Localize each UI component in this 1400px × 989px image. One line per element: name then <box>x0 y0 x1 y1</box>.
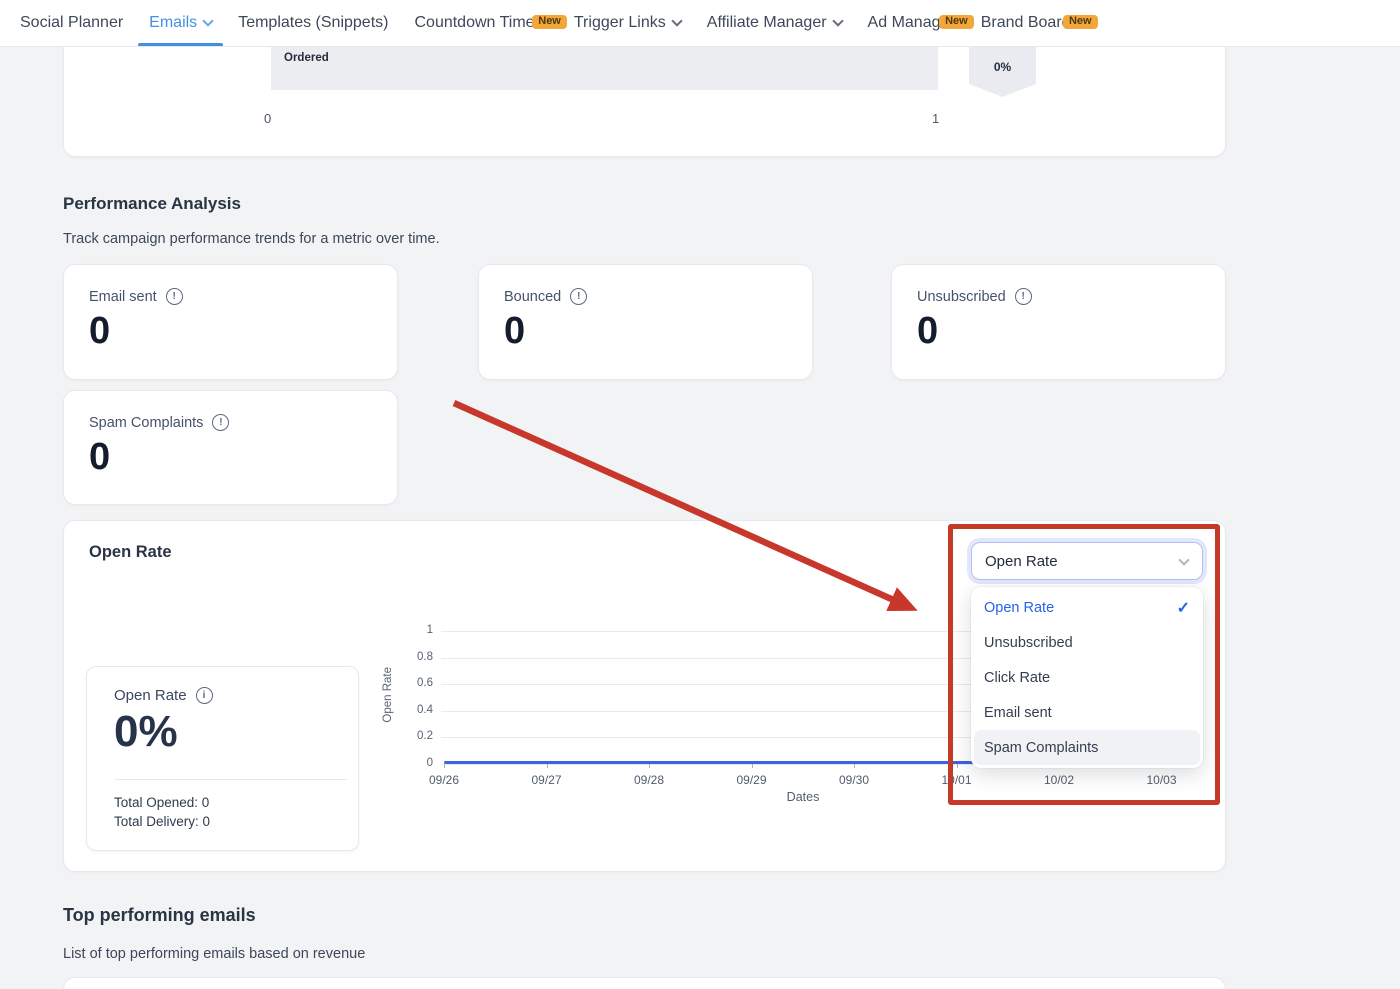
open-rate-stat-card: Open Rate i 0% Total Opened: 0 Total Del… <box>86 666 359 851</box>
chart-ytick-label: 0.6 <box>397 677 433 689</box>
chart-xtick <box>547 764 548 768</box>
chart-ytick-label: 0.2 <box>397 730 433 742</box>
top-emails-title: Top performing emails <box>63 905 256 926</box>
top-emails-subtitle: List of top performing emails based on r… <box>63 946 365 962</box>
chart-xtick <box>649 764 650 768</box>
nav-item-label: Countdown Timers <box>414 14 547 32</box>
info-icon[interactable]: i <box>196 687 213 704</box>
info-icon[interactable]: ! <box>570 288 587 305</box>
stat-label: Open Rate <box>114 687 187 704</box>
chart-x-axis-title: Dates <box>703 790 903 804</box>
stat-value: 0 <box>89 310 397 353</box>
stat-card-spam-complaints: Spam Complaints ! 0 <box>63 390 398 505</box>
funnel-axis-start: 0 <box>264 111 271 126</box>
nav-item-label: Social Planner <box>20 14 123 32</box>
metric-select-value: Open Rate <box>985 553 1058 570</box>
menu-item-label: Unsubscribed <box>984 635 1073 651</box>
performance-analysis-title: Performance Analysis <box>63 194 241 214</box>
metric-dropdown-menu: Open Rate ✓ Unsubscribed Click Rate Emai… <box>971 587 1203 768</box>
menu-item-open-rate[interactable]: Open Rate ✓ <box>971 590 1203 625</box>
nav-item-trigger-links[interactable]: Trigger Links <box>561 14 694 46</box>
nav-item-templates-snippets[interactable]: Templates (Snippets) <box>225 14 401 46</box>
chart-xtick-label: 10/03 <box>1132 773 1192 787</box>
nav-item-countdown-timers[interactable]: Countdown Timers New <box>401 14 560 46</box>
chart-xtick <box>444 764 445 768</box>
stat-label: Email sent <box>89 289 157 305</box>
menu-item-label: Open Rate <box>984 600 1054 616</box>
chart-xtick-label: 09/27 <box>517 773 577 787</box>
top-emails-card <box>63 977 1226 989</box>
top-nav: Social Planner Emails Templates (Snippet… <box>0 0 1400 47</box>
nav-item-ad-manager[interactable]: Ad Manager New <box>855 14 968 46</box>
chart-y-axis-title: Open Rate <box>382 667 394 723</box>
total-opened: Total Opened: 0 <box>114 795 209 810</box>
metric-select[interactable]: Open Rate <box>971 542 1203 580</box>
nav-item-label: Trigger Links <box>574 14 666 32</box>
nav-item-label: Templates (Snippets) <box>238 14 388 32</box>
menu-item-label: Email sent <box>984 705 1052 721</box>
chart-xtick <box>957 764 958 768</box>
divider <box>115 779 347 780</box>
checkmark-icon: ✓ <box>1177 598 1190 618</box>
stat-value: 0 <box>917 310 1225 353</box>
chart-xtick <box>752 764 753 768</box>
menu-item-label: Click Rate <box>984 670 1050 686</box>
funnel-stage-label: Ordered <box>284 52 329 64</box>
nav-item-brand-boards[interactable]: Brand Boards New <box>968 14 1092 46</box>
funnel-chart-card: Ordered 0% 0 1 <box>63 47 1226 157</box>
nav-item-label: Emails <box>149 14 197 32</box>
stat-label: Unsubscribed <box>917 289 1006 305</box>
chart-xtick-label: 09/30 <box>824 773 884 787</box>
open-rate-card-title: Open Rate <box>89 543 172 562</box>
stat-card-bounced: Bounced ! 0 <box>478 264 813 380</box>
funnel-axis-end: 1 <box>932 111 939 126</box>
nav-item-label: Affiliate Manager <box>707 14 827 32</box>
performance-analysis-subtitle: Track campaign performance trends for a … <box>63 231 440 247</box>
stat-value: 0 <box>89 436 397 479</box>
menu-item-unsubscribed[interactable]: Unsubscribed <box>971 625 1203 660</box>
menu-item-label: Spam Complaints <box>984 740 1098 756</box>
nav-item-affiliate-manager[interactable]: Affiliate Manager <box>694 14 855 46</box>
chart-xtick-label: 10/01 <box>927 773 987 787</box>
chart-xtick-label: 09/28 <box>619 773 679 787</box>
menu-item-spam-complaints[interactable]: Spam Complaints <box>974 730 1200 765</box>
new-badge: New <box>1063 15 1098 29</box>
open-rate-value: 0% <box>114 707 178 757</box>
chevron-down-icon <box>203 15 214 26</box>
info-icon[interactable]: ! <box>166 288 183 305</box>
chart-xtick-label: 09/29 <box>722 773 782 787</box>
chart-ytick-label: 0.8 <box>397 651 433 663</box>
chart-xtick-label: 09/26 <box>414 773 474 787</box>
funnel-stage-bar[interactable]: Ordered <box>271 47 938 90</box>
funnel-percentage-badge: 0% <box>969 47 1036 97</box>
chevron-down-icon <box>1178 554 1189 565</box>
chart-xtick-label: 10/02 <box>1029 773 1089 787</box>
stat-label: Spam Complaints <box>89 415 203 431</box>
chevron-down-icon <box>832 15 843 26</box>
chart-xtick <box>854 764 855 768</box>
stat-card-email-sent: Email sent ! 0 <box>63 264 398 380</box>
chart-ytick-label: 1 <box>397 624 433 636</box>
menu-item-email-sent[interactable]: Email sent <box>971 695 1203 730</box>
nav-item-social-planner[interactable]: Social Planner <box>7 14 136 46</box>
chart-ytick-label: 0 <box>397 757 433 769</box>
nav-item-emails[interactable]: Emails <box>136 14 225 46</box>
stat-card-unsubscribed: Unsubscribed ! 0 <box>891 264 1226 380</box>
stat-value: 0 <box>504 310 812 353</box>
funnel-percentage-value: 0% <box>994 60 1011 74</box>
info-icon[interactable]: ! <box>212 414 229 431</box>
total-delivery: Total Delivery: 0 <box>114 814 210 829</box>
chart-ytick-label: 0.4 <box>397 704 433 716</box>
info-icon[interactable]: ! <box>1015 288 1032 305</box>
stat-label: Bounced <box>504 289 561 305</box>
open-rate-card: Open Rate Open Rate i 0% Total Opened: 0… <box>63 520 1226 872</box>
menu-item-click-rate[interactable]: Click Rate <box>971 660 1203 695</box>
chevron-down-icon <box>671 15 682 26</box>
